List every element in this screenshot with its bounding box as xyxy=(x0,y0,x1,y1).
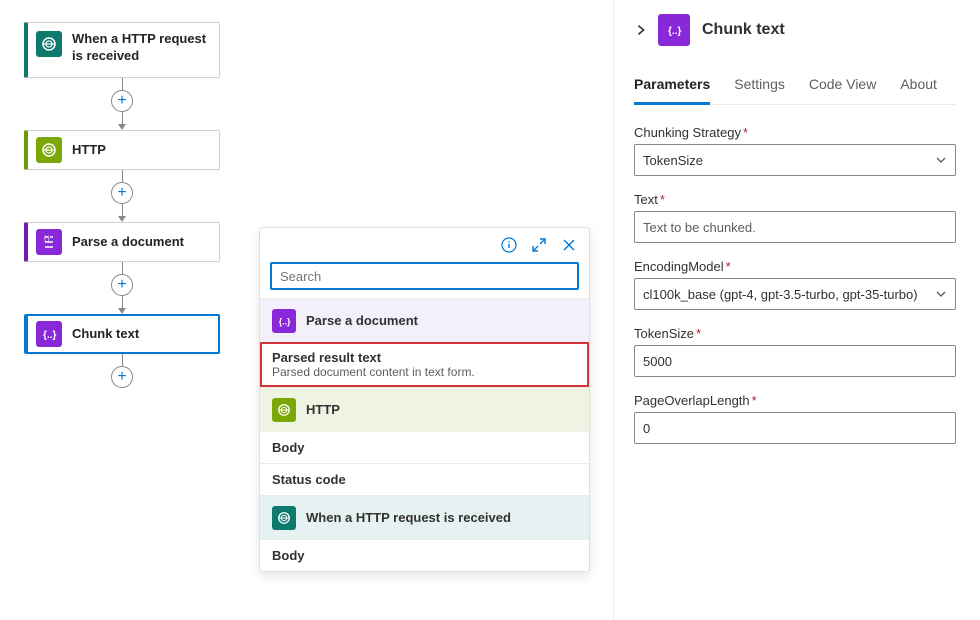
text-input[interactable] xyxy=(634,211,956,243)
picker-section[interactable]: When a HTTP request is received xyxy=(260,495,589,539)
info-icon[interactable] xyxy=(501,237,517,253)
teal-icon xyxy=(272,506,296,530)
chunk-icon: {..} xyxy=(658,14,690,46)
token-size-input[interactable] xyxy=(634,345,956,377)
http-icon xyxy=(36,137,62,163)
detail-title: Chunk text xyxy=(702,21,785,39)
close-icon[interactable] xyxy=(561,237,577,253)
flow-node-http-request[interactable]: When a HTTP request is received xyxy=(24,22,220,78)
field-label-page-overlap: PageOverlapLength* xyxy=(634,393,956,408)
connector: + xyxy=(24,170,220,222)
search-input[interactable] xyxy=(270,262,579,290)
connector: + xyxy=(24,354,220,388)
flow-node-label: Parse a document xyxy=(72,234,184,251)
picker-item-title: Body xyxy=(272,548,577,563)
picker-section[interactable]: HTTP xyxy=(260,387,589,431)
expand-icon[interactable] xyxy=(531,237,547,253)
add-step-button[interactable]: + xyxy=(111,90,133,112)
field-label-encoding-model: EncodingModel* xyxy=(634,259,956,274)
action-detail-panel: {..} Chunk text Parameters Settings Code… xyxy=(613,0,980,620)
picker-item-title: Status code xyxy=(272,472,577,487)
flow-canvas: When a HTTP request is received + HTTP +… xyxy=(0,0,255,620)
detail-header: {..} Chunk text xyxy=(634,14,956,46)
picker-item[interactable]: Status code xyxy=(260,463,589,495)
picker-item-title: Body xyxy=(272,440,577,455)
picker-item[interactable]: Body xyxy=(260,539,589,571)
picker-header xyxy=(260,228,589,262)
picker-item[interactable]: Parsed result textParsed document conten… xyxy=(260,342,589,387)
picker-section[interactable]: {..} Parse a document xyxy=(260,298,589,342)
parse-icon: { } xyxy=(36,229,62,255)
purple-icon: {..} xyxy=(272,309,296,333)
green-icon xyxy=(272,398,296,422)
add-step-button[interactable]: + xyxy=(111,274,133,296)
picker-item[interactable]: Body xyxy=(260,431,589,463)
add-step-button[interactable]: + xyxy=(111,366,133,388)
encoding-model-select[interactable]: cl100k_base (gpt-4, gpt-3.5-turbo, gpt-3… xyxy=(634,278,956,310)
field-label-token-size: TokenSize* xyxy=(634,326,956,341)
picker-item-subtitle: Parsed document content in text form. xyxy=(272,365,577,379)
flow-node-parse-document[interactable]: { } Parse a document xyxy=(24,222,220,262)
svg-text:{..}: {..} xyxy=(279,316,291,326)
dynamic-content-picker: {..} Parse a document Parsed result textPa… xyxy=(259,227,590,572)
detail-tabs: Parameters Settings Code View About xyxy=(634,70,956,105)
collapse-chevron-icon[interactable] xyxy=(634,23,648,37)
flow-node-label: HTTP xyxy=(72,142,106,159)
tab-about[interactable]: About xyxy=(900,70,937,105)
field-label-text: Text* xyxy=(634,192,956,207)
connector: + xyxy=(24,262,220,314)
http-request-icon xyxy=(36,31,62,57)
chunk-icon: {..} xyxy=(36,321,62,347)
svg-text:{..}: {..} xyxy=(668,26,681,37)
picker-section-label: HTTP xyxy=(306,402,340,417)
svg-text:{..}: {..} xyxy=(43,330,56,341)
connector: + xyxy=(24,78,220,130)
chevron-down-icon xyxy=(935,288,947,300)
picker-item-title: Parsed result text xyxy=(272,350,577,365)
add-step-button[interactable]: + xyxy=(111,182,133,204)
chevron-down-icon xyxy=(935,154,947,166)
tab-settings[interactable]: Settings xyxy=(734,70,785,105)
picker-section-label: When a HTTP request is received xyxy=(306,510,511,525)
svg-text:{ }: { } xyxy=(44,236,50,242)
picker-section-label: Parse a document xyxy=(306,313,418,328)
flow-node-label: Chunk text xyxy=(72,326,139,343)
flow-node-http[interactable]: HTTP xyxy=(24,130,220,170)
chunking-strategy-select[interactable]: TokenSize xyxy=(634,144,956,176)
tab-parameters[interactable]: Parameters xyxy=(634,70,710,105)
field-label-chunking-strategy: Chunking Strategy* xyxy=(634,125,956,140)
tab-code-view[interactable]: Code View xyxy=(809,70,876,105)
flow-node-chunk-text[interactable]: {..} Chunk text xyxy=(24,314,220,354)
page-overlap-input[interactable] xyxy=(634,412,956,444)
flow-node-label: When a HTTP request is received xyxy=(72,31,211,65)
